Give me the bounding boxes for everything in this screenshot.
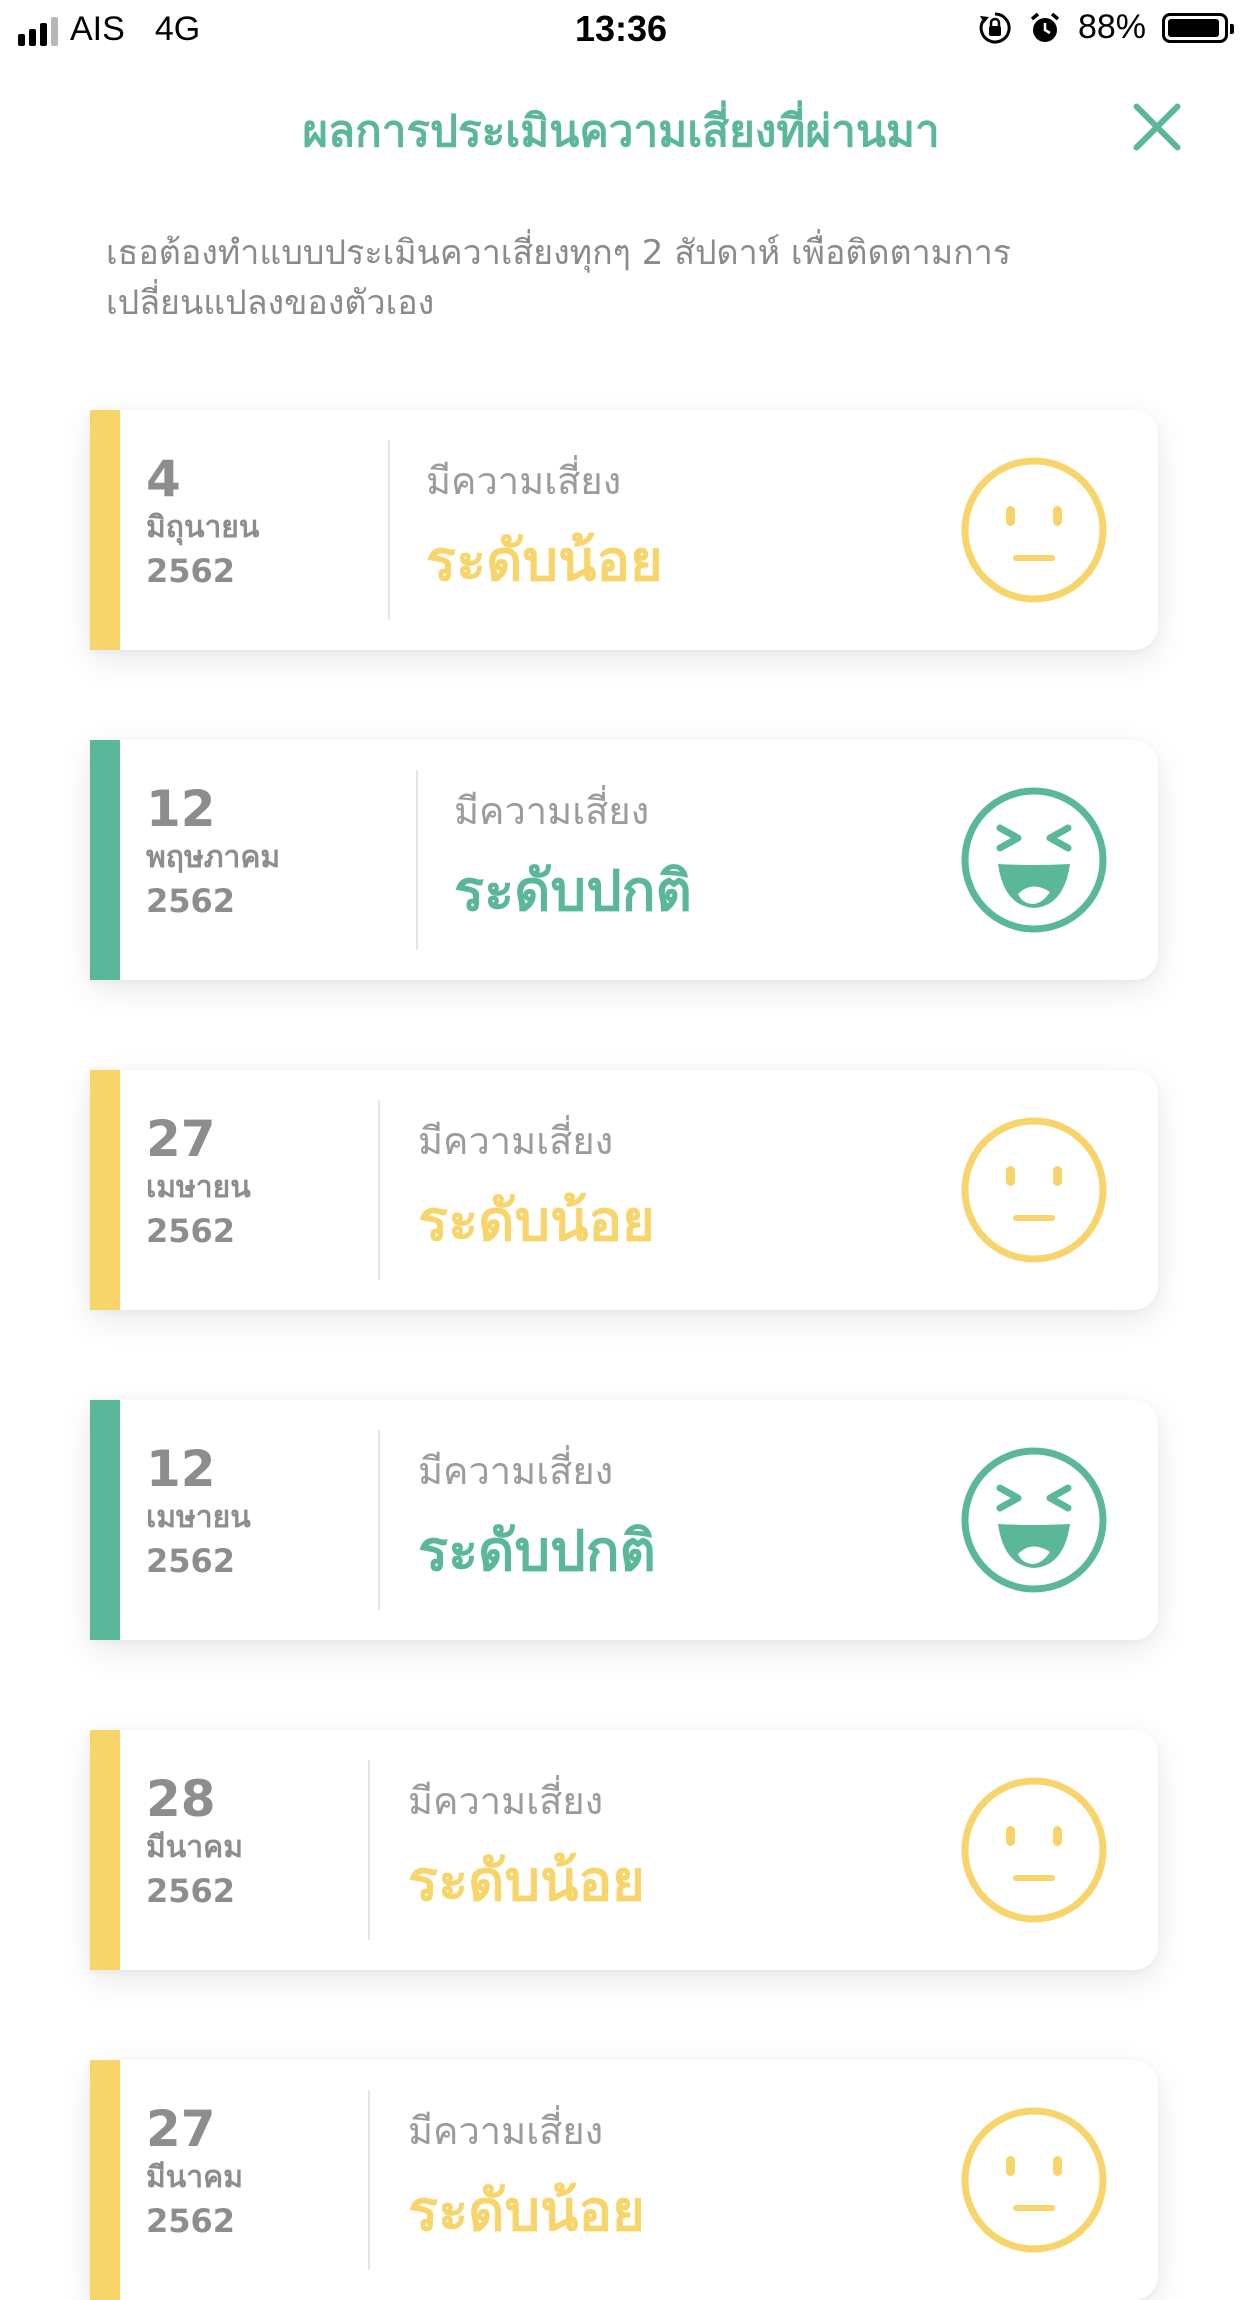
card-divider bbox=[416, 770, 418, 950]
battery-percentage: 88% bbox=[1077, 8, 1146, 46]
assessment-date: 12 เมษายน 2562 bbox=[146, 1440, 251, 1584]
laughing-face-icon bbox=[961, 787, 1107, 933]
neutral-face-icon bbox=[961, 457, 1107, 603]
date-month: มิถุนายน bbox=[146, 510, 260, 545]
date-year: 2562 bbox=[146, 1872, 236, 1910]
assessment-card[interactable]: 27 เมษายน 2562 มีความเสี่ยงระดับน้อย bbox=[90, 1070, 1158, 1310]
date-month: เมษายน bbox=[146, 1500, 251, 1535]
risk-label: มีความเสี่ยง bbox=[418, 1119, 614, 1163]
assessment-date: 27 มีนาคม 2562 bbox=[146, 2100, 243, 2244]
assessment-date: 12 พฤษภาคม 2562 bbox=[146, 780, 280, 924]
status-strip bbox=[90, 1400, 120, 1640]
risk-label: มีความเสี่ยง bbox=[454, 789, 650, 833]
risk-label: มีความเสี่ยง bbox=[426, 459, 622, 503]
date-day: 12 bbox=[146, 780, 216, 838]
date-year: 2562 bbox=[146, 1542, 236, 1580]
risk-label: มีความเสี่ยง bbox=[418, 1449, 614, 1493]
date-year: 2562 bbox=[146, 1212, 236, 1250]
page-title: ผลการประเมินความเสี่ยงที่ผ่านมา bbox=[302, 106, 940, 157]
status-strip bbox=[90, 2060, 120, 2300]
risk-level: ระดับน้อย bbox=[426, 529, 663, 594]
assessment-date: 4 มิถุนายน 2562 bbox=[146, 450, 259, 594]
date-month: มีนาคม bbox=[146, 1830, 243, 1865]
card-divider bbox=[378, 1100, 380, 1280]
instruction-text: เธอต้องทำแบบประเมินควาเสี่ยงทุกๆ 2 สัปดา… bbox=[106, 233, 1012, 323]
neutral-face-icon bbox=[961, 1117, 1107, 1263]
date-year: 2562 bbox=[146, 882, 236, 920]
status-right: 88% bbox=[978, 8, 1234, 47]
status-bar: AIS 4G 13:36 88% bbox=[0, 0, 1242, 62]
card-divider bbox=[368, 1760, 370, 1940]
assessment-date: 27 เมษายน 2562 bbox=[146, 1110, 251, 1254]
assessment-card[interactable]: 28 มีนาคม 2562 มีความเสี่ยงระดับน้อย bbox=[90, 1730, 1158, 1970]
date-day: 4 bbox=[146, 450, 181, 508]
neutral-face-icon bbox=[961, 1777, 1107, 1923]
assessment-card[interactable]: 12 พฤษภาคม 2562 มีความเสี่ยงระดับปกติ bbox=[90, 740, 1158, 980]
neutral-face-icon bbox=[961, 2107, 1107, 2253]
risk-level: ระดับน้อย bbox=[418, 1189, 655, 1254]
date-month: พฤษภาคม bbox=[146, 840, 281, 875]
assessment-date: 28 มีนาคม 2562 bbox=[146, 1770, 243, 1914]
risk-label: มีความเสี่ยง bbox=[408, 2109, 604, 2153]
alarm-icon bbox=[1030, 12, 1060, 42]
risk-level: ระดับปกติ bbox=[454, 859, 692, 924]
assessment-card[interactable]: 12 เมษายน 2562 มีความเสี่ยงระดับปกติ bbox=[90, 1400, 1158, 1640]
risk-label: มีความเสี่ยง bbox=[408, 1779, 604, 1823]
rotation-lock-icon bbox=[979, 11, 1011, 43]
date-day: 27 bbox=[146, 2100, 216, 2158]
card-divider bbox=[378, 1430, 380, 1610]
risk-level: ระดับน้อย bbox=[408, 1849, 645, 1914]
date-month: มีนาคม bbox=[146, 2160, 243, 2195]
status-strip bbox=[90, 410, 120, 650]
card-divider bbox=[388, 440, 390, 620]
risk-level: ระดับน้อย bbox=[408, 2179, 645, 2244]
date-year: 2562 bbox=[146, 552, 236, 590]
date-day: 28 bbox=[146, 1770, 216, 1828]
close-icon[interactable] bbox=[1120, 92, 1190, 162]
date-year: 2562 bbox=[146, 2202, 236, 2240]
status-strip bbox=[90, 1730, 120, 1970]
card-divider bbox=[368, 2090, 370, 2270]
date-day: 12 bbox=[146, 1440, 216, 1498]
battery-icon bbox=[1162, 12, 1234, 43]
date-month: เมษายน bbox=[146, 1170, 251, 1205]
status-strip bbox=[90, 740, 120, 980]
laughing-face-icon bbox=[961, 1447, 1107, 1593]
risk-level: ระดับปกติ bbox=[418, 1519, 656, 1584]
assessment-card[interactable]: 27 มีนาคม 2562 มีความเสี่ยงระดับน้อย bbox=[90, 2060, 1158, 2300]
status-strip bbox=[90, 1070, 120, 1310]
date-day: 27 bbox=[146, 1110, 216, 1168]
assessment-card[interactable]: 4 มิถุนายน 2562 มีความเสี่ยงระดับน้อย bbox=[90, 410, 1158, 650]
